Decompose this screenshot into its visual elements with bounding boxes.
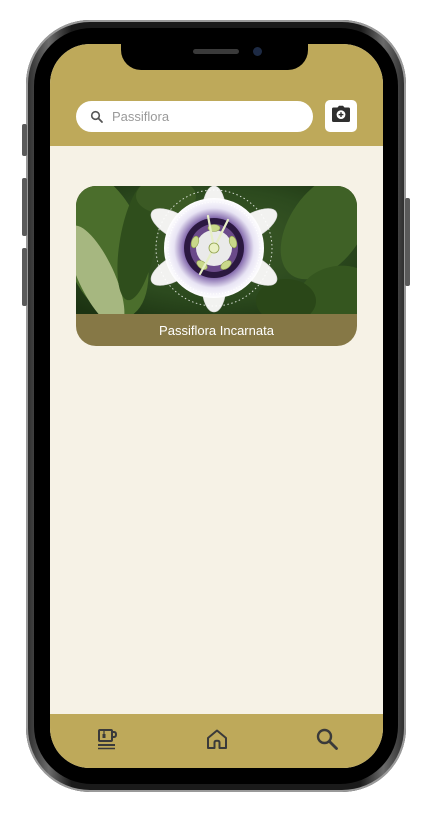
home-icon: [205, 727, 229, 755]
app-screen: Passiflora Incarnata: [50, 44, 383, 768]
nav-search-button[interactable]: [314, 728, 340, 754]
plant-card[interactable]: Passiflora Incarnata: [76, 186, 357, 346]
bottom-navigation: [50, 714, 383, 768]
search-bar[interactable]: [76, 101, 313, 132]
notch: [121, 44, 308, 70]
nav-home-button[interactable]: [204, 728, 230, 754]
earpiece-speaker: [193, 49, 239, 54]
plant-card-title: Passiflora Incarnata: [159, 322, 274, 338]
search-icon: [315, 727, 339, 755]
search-icon: [90, 110, 104, 124]
nav-tea-button[interactable]: [94, 728, 120, 754]
search-input[interactable]: [110, 108, 304, 125]
camera-button[interactable]: [325, 100, 357, 132]
passion-flower-image: [76, 186, 357, 314]
power-button: [405, 198, 410, 286]
front-camera: [253, 47, 262, 56]
volume-up-button: [22, 178, 27, 236]
tea-cup-icon: [95, 727, 119, 755]
volume-down-button: [22, 248, 27, 306]
camera-icon: [331, 105, 351, 127]
mute-switch: [22, 124, 27, 156]
